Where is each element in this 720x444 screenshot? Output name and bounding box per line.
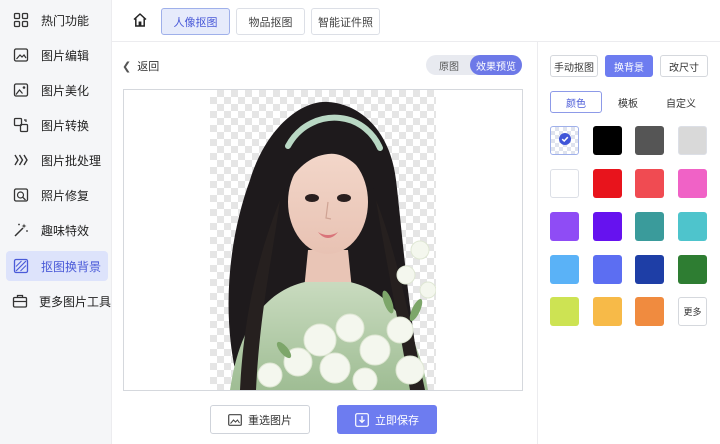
- swatch-color[interactable]: [678, 212, 707, 241]
- sidebar-item-label: 图片转换: [41, 118, 90, 133]
- selected-check-icon: [558, 133, 571, 148]
- sidebar-item-fun-effects[interactable]: 趣味特效: [6, 215, 108, 245]
- swatch-color[interactable]: [678, 255, 707, 284]
- right-panel: 手动抠图 换背景 改尺寸 颜色 模板 自定义 更多: [537, 42, 720, 444]
- swatch-color[interactable]: [678, 126, 707, 155]
- sidebar-item-label: 热门功能: [41, 13, 90, 28]
- swatch-color[interactable]: [550, 169, 579, 198]
- sidebar-item-image-beautify[interactable]: 图片美化: [6, 75, 108, 105]
- transparent-background: [210, 90, 437, 390]
- subtab-template[interactable]: 模板: [606, 91, 650, 113]
- sidebar-item-label: 更多图片工具: [39, 294, 112, 309]
- download-icon: [355, 412, 369, 427]
- sidebar-item-label: 图片批处理: [41, 153, 102, 168]
- batch-process-icon: [12, 151, 30, 169]
- preview-canvas: [123, 89, 523, 391]
- toolbox-icon: [12, 292, 28, 310]
- swatch-color[interactable]: [550, 212, 579, 241]
- sidebar-item-hot-features[interactable]: 热门功能: [6, 5, 108, 35]
- portrait-photo: [228, 101, 437, 390]
- swatch-color[interactable]: [593, 255, 622, 284]
- back-label: 返回: [137, 61, 160, 73]
- change-background-button[interactable]: 换背景: [605, 55, 653, 77]
- view-toggle: 原图 效果预览: [426, 55, 522, 75]
- tab-object-cutout[interactable]: 物品抠图: [236, 8, 305, 35]
- sidebar-item-batch-process[interactable]: 图片批处理: [6, 145, 108, 175]
- save-now-button[interactable]: 立即保存: [337, 405, 437, 434]
- sidebar-item-photo-repair[interactable]: 照片修复: [6, 180, 108, 210]
- home-button[interactable]: [128, 9, 152, 33]
- toggle-effect-preview[interactable]: 效果预览: [470, 55, 522, 75]
- back-link[interactable]: ❮ 返回: [122, 58, 159, 74]
- home-icon: [132, 12, 148, 31]
- sidebar-item-label: 照片修复: [41, 188, 90, 203]
- chevron-left-icon: ❮: [122, 60, 132, 73]
- photo-repair-icon: [12, 186, 30, 204]
- manual-cutout-button[interactable]: 手动抠图: [550, 55, 598, 77]
- swatch-color[interactable]: [593, 126, 622, 155]
- reselect-label: 重选图片: [248, 414, 292, 427]
- sidebar-item-label: 图片美化: [41, 83, 90, 98]
- swatch-color[interactable]: [635, 212, 664, 241]
- sidebar-item-image-convert[interactable]: 图片转换: [6, 110, 108, 140]
- tab-id-photo[interactable]: 智能证件照: [311, 8, 380, 35]
- subtab-custom[interactable]: 自定义: [656, 91, 706, 113]
- magic-wand-icon: [12, 221, 30, 239]
- reselect-image-button[interactable]: 重选图片: [210, 405, 310, 434]
- resize-button[interactable]: 改尺寸: [660, 55, 708, 77]
- swatch-color[interactable]: [550, 297, 579, 326]
- swatch-color[interactable]: [593, 297, 622, 326]
- tab-portrait-cutout[interactable]: 人像抠图: [161, 8, 230, 35]
- swatch-color[interactable]: [678, 169, 707, 198]
- top-bar: 人像抠图 物品抠图 智能证件照: [112, 0, 720, 42]
- image-beautify-icon: [12, 81, 30, 99]
- save-label: 立即保存: [375, 414, 419, 427]
- swatch-color[interactable]: [635, 169, 664, 198]
- subtab-color[interactable]: 颜色: [550, 91, 602, 113]
- hot-feature-icon: [12, 11, 30, 29]
- swatch-color[interactable]: [593, 169, 622, 198]
- sidebar-item-label: 图片编辑: [41, 48, 90, 63]
- sidebar: 热门功能 图片编辑 图片美化 图片转换 图片批处理 照片修复 趣味特效 抠图换背…: [0, 0, 112, 444]
- image-convert-icon: [12, 116, 30, 134]
- sidebar-item-label: 抠图换背景: [41, 259, 102, 274]
- image-edit-icon: [12, 46, 30, 64]
- sidebar-item-label: 趣味特效: [41, 223, 90, 238]
- cutout-background-icon: [12, 257, 30, 275]
- sidebar-item-image-edit[interactable]: 图片编辑: [6, 40, 108, 70]
- sidebar-item-cutout-background[interactable]: 抠图换背景: [6, 251, 108, 281]
- swatch-color[interactable]: [635, 126, 664, 155]
- swatch-color[interactable]: [635, 297, 664, 326]
- swatch-color[interactable]: [593, 212, 622, 241]
- more-colors-button[interactable]: 更多: [678, 297, 707, 326]
- swatch-color[interactable]: [550, 255, 579, 284]
- toggle-original[interactable]: 原图: [430, 55, 468, 75]
- swatch-color[interactable]: [635, 255, 664, 284]
- image-icon: [228, 413, 242, 426]
- swatch-transparent[interactable]: [550, 126, 579, 155]
- sidebar-item-more-tools[interactable]: 更多图片工具: [6, 286, 112, 316]
